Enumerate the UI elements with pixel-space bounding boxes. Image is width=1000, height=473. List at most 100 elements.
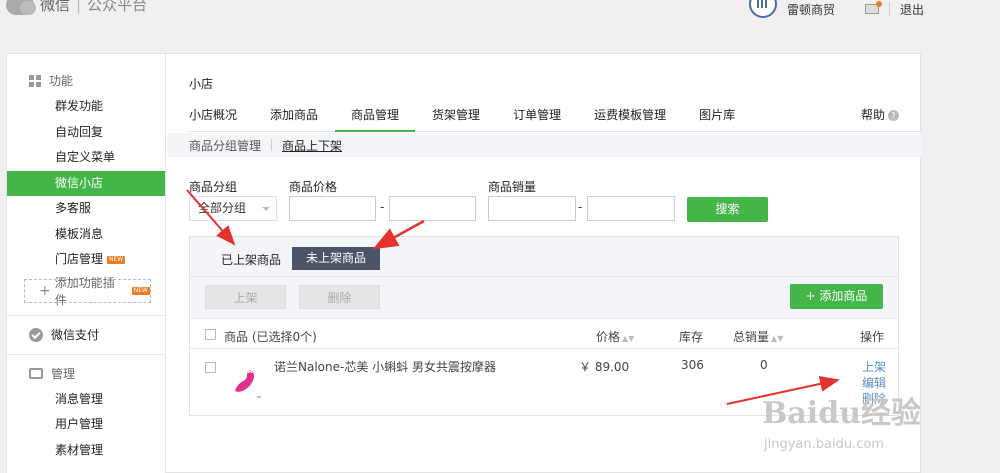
filter-group-label: 商品分组 <box>189 180 238 194</box>
sidebar-item-material-management[interactable]: 素材管理 <box>7 438 165 464</box>
group-select-value: 全部分组 <box>198 201 247 215</box>
th-stock: 库存 <box>679 330 704 344</box>
sidebar: 功能 群发功能 自动回复 自定义菜单 微信小店 多客服 模板消息 门店管理 NE… <box>7 54 166 473</box>
product-stock: 306 <box>681 358 704 372</box>
new-badge: NEW <box>131 286 150 295</box>
table-header: 商品 (已选择0个) 价格 ▲▼ 库存 总销量 ▲▼ 操作 <box>190 319 898 349</box>
sidebar-item-label: 多客服 <box>55 201 92 215</box>
th-price[interactable]: 价格 ▲▼ <box>596 328 634 345</box>
delete-button[interactable]: 删除 <box>299 285 380 309</box>
sidebar-item-label: 门店管理 <box>55 252 104 266</box>
sidebar-item-label: 群发功能 <box>55 99 104 113</box>
sidebar-item-user-management[interactable]: 用户管理 <box>7 412 165 438</box>
sort-icon: ▲▼ <box>622 334 635 343</box>
product-name[interactable]: 诺兰Nalone-芯美 小蝌蚪 男女共震按摩器 <box>274 358 496 375</box>
add-plugin-button[interactable]: + 添加功能插件 NEW <box>24 276 151 307</box>
sidebar-item-custom-menu[interactable]: 自定义菜单 <box>7 145 165 171</box>
plus-icon: + <box>805 289 820 303</box>
sort-icon: ▲▼ <box>771 334 784 343</box>
row-put-on-shelf-link[interactable]: 上架 <box>862 358 886 375</box>
sidebar-group-title: 功能 <box>7 68 165 94</box>
plus-icon: + <box>39 282 51 299</box>
add-plugin-label: 添加功能插件 <box>54 275 115 307</box>
logo-separator: | <box>76 0 82 14</box>
price-max-input[interactable] <box>389 196 476 221</box>
sidebar-group-title: 管理 <box>7 361 165 387</box>
batch-actions: 上架 删除 + 添加商品 <box>190 277 898 319</box>
sidebar-item-label: 模板消息 <box>55 226 104 241</box>
sales-max-input[interactable] <box>587 196 675 221</box>
sidebar-item-label: 微信支付 <box>51 328 100 342</box>
sub-navigation: 商品分组管理 商品上下架 <box>167 133 921 157</box>
tab-add-product[interactable]: 添加商品 <box>270 102 318 132</box>
range-separator: - <box>380 200 385 214</box>
new-badge: NEW <box>107 255 126 264</box>
sidebar-item-label: 微信小店 <box>55 175 104 190</box>
wechat-logo-icon <box>6 0 36 15</box>
sidebar-group-label: 功能 <box>49 74 74 88</box>
search-button[interactable]: 搜索 <box>687 197 768 222</box>
sidebar-item-label: 消息管理 <box>55 391 104 406</box>
sidebar-item-wechat-store[interactable]: 微信小店 <box>7 170 165 196</box>
product-sales: 0 <box>760 358 768 372</box>
logo-sub-text: 公众平台 <box>87 0 148 14</box>
put-on-shelf-button[interactable]: 上架 <box>205 285 286 309</box>
watermark-url: jingyan.baidu.com <box>764 437 884 452</box>
tab-off-shelf[interactable]: 未上架商品 <box>292 247 380 270</box>
sidebar-item-message-management[interactable]: 消息管理 <box>7 387 165 413</box>
watermark-logo: Baidu经验 <box>762 396 921 431</box>
select-all-checkbox[interactable] <box>205 329 216 340</box>
group-select[interactable]: 全部分组 <box>189 196 277 221</box>
sidebar-item-customer-service[interactable]: 多客服 <box>7 196 165 222</box>
th-operations: 操作 <box>860 330 885 344</box>
logout-link[interactable]: 退出 <box>900 1 924 18</box>
add-product-button[interactable]: + 添加商品 <box>790 284 883 309</box>
sidebar-item-wechat-pay[interactable]: 微信支付 <box>7 316 165 354</box>
sidebar-item-label: 自动回复 <box>55 124 104 139</box>
sidebar-item-auto-reply[interactable]: 自动回复 <box>7 120 165 146</box>
shelf-status-tabs: 已上架商品 未上架商品 <box>190 237 898 277</box>
product-thumbnail[interactable] <box>229 361 261 399</box>
help-label: 帮助 <box>860 108 885 122</box>
sidebar-item-label: 素材管理 <box>55 442 104 457</box>
tab-image-library[interactable]: 图片库 <box>699 102 735 132</box>
tab-shelf-management[interactable]: 货架管理 <box>432 102 480 132</box>
subnav-group-management[interactable]: 商品分组管理 <box>189 137 261 154</box>
sidebar-group-function: 功能 群发功能 自动回复 自定义菜单 微信小店 多客服 模板消息 门店管理 NE… <box>7 54 165 307</box>
mail-icon[interactable] <box>864 1 882 14</box>
tab-order-management[interactable]: 订单管理 <box>513 102 561 132</box>
help-link[interactable]: 帮助 ? <box>861 102 899 128</box>
add-product-label: 添加商品 <box>819 289 868 303</box>
grid-icon <box>29 75 41 87</box>
main-tabs: 小店概况 添加商品 商品管理 货架管理 订单管理 运费模板管理 图片库 帮助 ? <box>189 102 921 132</box>
sidebar-item-store-management[interactable]: 门店管理 NEW <box>7 247 165 273</box>
sidebar-group-label: 管理 <box>51 366 76 381</box>
sidebar-divider <box>7 353 165 355</box>
tab-on-shelf[interactable]: 已上架商品 <box>221 251 281 268</box>
help-icon: ? <box>888 109 899 121</box>
sales-min-input[interactable] <box>488 196 576 221</box>
chevron-down-icon <box>262 207 270 211</box>
subnav-shelf-status[interactable]: 商品上下架 <box>282 137 342 154</box>
subnav-divider <box>271 139 273 151</box>
filter-sales-label: 商品销量 <box>488 180 537 194</box>
account-avatar-icon[interactable] <box>748 0 777 18</box>
th-sales[interactable]: 总销量 ▲▼ <box>733 328 783 345</box>
sidebar-item-label: 用户管理 <box>55 417 104 431</box>
wechat-logo[interactable]: 微信 | 公众平台 <box>6 0 147 15</box>
sidebar-item-template-message[interactable]: 模板消息 <box>7 222 165 248</box>
row-checkbox[interactable] <box>205 362 216 373</box>
page-title: 小店 <box>189 77 214 91</box>
th-product: 商品 (已选择0个) <box>224 330 317 344</box>
th-price-label: 价格 <box>596 330 621 344</box>
price-min-input[interactable] <box>289 196 376 221</box>
account-name[interactable]: 雷顿商贸 <box>787 1 835 18</box>
tab-product-management[interactable]: 商品管理 <box>335 102 416 132</box>
tab-store-overview[interactable]: 小店概况 <box>189 102 237 132</box>
th-sales-label: 总销量 <box>733 330 770 344</box>
logo-main-text: 微信 <box>40 0 71 14</box>
tab-shipping-template[interactable]: 运费模板管理 <box>594 102 666 132</box>
wechat-pay-icon <box>29 327 43 342</box>
account-area: 雷顿商贸 退出 <box>748 0 924 18</box>
sidebar-item-mass-send[interactable]: 群发功能 <box>7 94 165 120</box>
